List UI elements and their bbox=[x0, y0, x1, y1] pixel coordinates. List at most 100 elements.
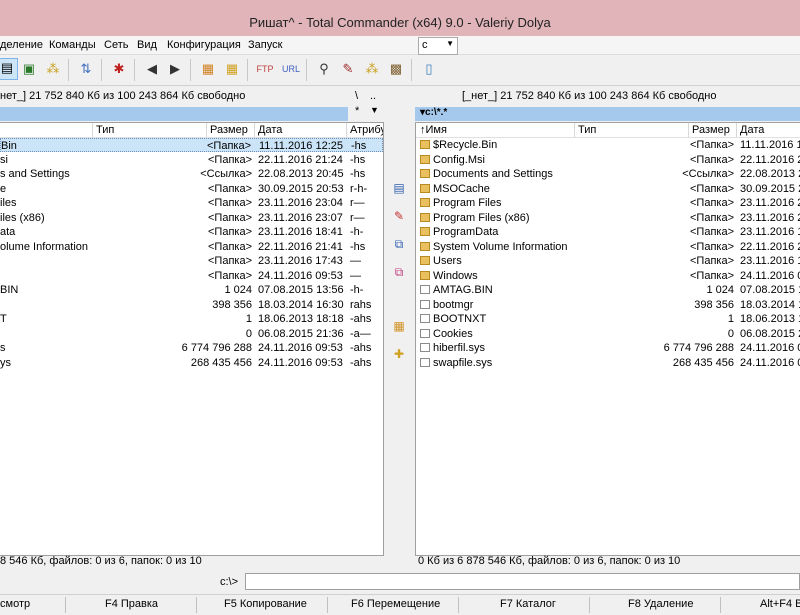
file-row[interactable]: 398 356 18.03.2014 16:30 rahs bbox=[0, 298, 383, 312]
file-attr: -ahs bbox=[350, 356, 372, 369]
left-filter-button[interactable]: * bbox=[355, 105, 359, 117]
function-key-bar: смотр F4 Правка F5 Копирование F6 Переме… bbox=[0, 594, 800, 615]
toolbar: ▤ ▣ ⁂ ⇅ ✱ ◀ ▶ ▦ ▦ FTP URL ⚲ ✎ ⁂ ▩ ▯ bbox=[0, 55, 800, 86]
file-row[interactable]: ys 268 435 456 24.11.2016 09:53 -ahs bbox=[0, 356, 383, 370]
file-row[interactable]: BOOTNXT 1 18.06.2013 1 bbox=[416, 312, 800, 326]
file-date: 23.11.2016 23:07 bbox=[258, 211, 343, 224]
file-date: 23.11.2016 17:43 bbox=[258, 255, 343, 267]
file-row[interactable]: 0 06.08.2015 21:36 -a— bbox=[0, 327, 383, 341]
sort-icon[interactable]: ⇅ bbox=[77, 60, 95, 78]
right-col-date[interactable]: Дата bbox=[740, 124, 764, 136]
file-size: <Папка> bbox=[690, 182, 734, 195]
left-history-button[interactable]: ▼ bbox=[370, 105, 379, 115]
menu-network[interactable]: Сеть bbox=[104, 39, 128, 51]
menu-configuration[interactable]: Конфигурация bbox=[167, 39, 241, 51]
menu-view[interactable]: Вид bbox=[137, 39, 157, 51]
file-size: <Ссылка> bbox=[200, 168, 252, 180]
file-row[interactable]: Documents and Settings <Ссылка> 22.08.2013… bbox=[416, 167, 800, 181]
file-name: s and Settings bbox=[0, 168, 70, 180]
file-row[interactable]: MSOCache <Папка> 30.09.2015 2 bbox=[416, 182, 800, 196]
file-row[interactable]: s 6 774 796 288 24.11.2016 09:53 -ahs bbox=[0, 341, 383, 355]
file-row[interactable]: ata <Папка> 23.11.2016 18:41 -h- bbox=[0, 225, 383, 239]
file-attr: -hs bbox=[350, 240, 366, 253]
file-name: AMTAG.BIN bbox=[420, 284, 493, 296]
file-row[interactable]: olume Information <Папка> 22.11.2016 21:41… bbox=[0, 240, 383, 254]
file-row[interactable]: BIN 1 024 07.08.2015 13:56 -h- bbox=[0, 283, 383, 297]
file-row[interactable]: System Volume Information <Папка> 22.11.20… bbox=[416, 240, 800, 254]
file-row[interactable]: Program Files (x86) <Папка> 23.11.2016 2 bbox=[416, 211, 800, 225]
right-drive-select[interactable]: c ▼ bbox=[418, 37, 458, 55]
file-row[interactable]: T 1 18.06.2013 18:18 -ahs bbox=[0, 312, 383, 326]
thumbnails-icon[interactable]: ▣ bbox=[20, 60, 38, 78]
back-icon[interactable]: ◀ bbox=[143, 60, 161, 78]
sync-icon[interactable]: ⁂ bbox=[363, 60, 381, 78]
edit-icon[interactable]: ✎ bbox=[391, 208, 407, 224]
copy-names-icon[interactable]: ▤ bbox=[391, 180, 407, 196]
file-row[interactable]: iles <Папка> 23.11.2016 23:04 r— bbox=[0, 196, 383, 210]
move-icon[interactable]: ⧉ bbox=[391, 264, 407, 280]
right-drive-info: [_нет_] 21 752 840 Кб из 100 243 864 Кб … bbox=[462, 90, 717, 102]
tree-icon[interactable]: ⁂ bbox=[44, 60, 62, 78]
file-row[interactable]: hiberfil.sys 6 774 796 288 24.11.2016 0 bbox=[416, 341, 800, 355]
file-attr: -h- bbox=[350, 226, 364, 238]
left-drive-bar: нет_] 21 752 840 Кб из 100 243 864 Кб св… bbox=[0, 87, 348, 107]
file-row[interactable]: si <Папка> 22.11.2016 21:24 -hs bbox=[0, 153, 383, 167]
file-row[interactable]: <Папка> 24.11.2016 09:53 — bbox=[0, 269, 383, 283]
right-col-name[interactable]: ↑Имя bbox=[420, 124, 447, 136]
archive-icon[interactable]: ▦ bbox=[391, 318, 407, 334]
right-drive-letter: c bbox=[422, 39, 428, 51]
left-col-size[interactable]: Размер bbox=[210, 124, 248, 136]
file-row[interactable]: Cookies 0 06.08.2015 2 bbox=[416, 327, 800, 341]
search-icon[interactable]: ⚲ bbox=[315, 60, 333, 78]
compare-icon[interactable]: ▩ bbox=[387, 60, 405, 78]
view-mode-icon[interactable]: ▤ bbox=[0, 58, 18, 80]
file-row[interactable]: Program Files <Папка> 23.11.2016 2 bbox=[416, 196, 800, 210]
menu-launch[interactable]: Запуск bbox=[248, 39, 282, 51]
left-root-button[interactable]: \ bbox=[355, 90, 358, 102]
file-row[interactable]: s and Settings <Ссылка> 22.08.2013 20:45 -h… bbox=[0, 167, 383, 181]
notepad-icon[interactable]: ▯ bbox=[420, 60, 438, 78]
forward-icon[interactable]: ▶ bbox=[166, 60, 184, 78]
left-col-type[interactable]: Тип bbox=[96, 124, 114, 136]
file-row[interactable]: <Папка> 23.11.2016 17:43 — bbox=[0, 254, 383, 268]
file-attr: -a— bbox=[350, 327, 371, 340]
file-row[interactable]: $Recycle.Bin <Папка> 11.11.2016 1 bbox=[416, 138, 800, 152]
copy-icon[interactable]: ⧉ bbox=[391, 236, 407, 252]
right-path-bar[interactable]: ▾c:\*.* bbox=[415, 107, 800, 121]
command-input[interactable] bbox=[245, 573, 800, 590]
file-size: <Папка> bbox=[208, 182, 252, 195]
rename-icon[interactable]: ✎ bbox=[339, 60, 357, 78]
file-row[interactable]: iles (x86) <Папка> 23.11.2016 23:07 r— bbox=[0, 211, 383, 225]
left-file-panel[interactable]: Тип Размер Дата Атрибу Bin <Папка> 11.11.2… bbox=[0, 122, 384, 556]
left-path-bar[interactable] bbox=[0, 107, 348, 121]
left-col-date[interactable]: Дата bbox=[258, 124, 282, 136]
invert-selection-icon[interactable]: ✱ bbox=[110, 60, 128, 78]
menu-commands[interactable]: Команды bbox=[49, 39, 96, 51]
menu-selection[interactable]: деление bbox=[0, 39, 43, 51]
file-row[interactable]: Config.Msi <Папка> 22.11.2016 2 bbox=[416, 153, 800, 167]
left-up-button[interactable]: .. bbox=[370, 90, 376, 102]
pack-icon[interactable]: ▦ bbox=[199, 60, 217, 78]
file-row[interactable]: AMTAG.BIN 1 024 07.08.2015 1 bbox=[416, 283, 800, 297]
right-col-type[interactable]: Тип bbox=[578, 124, 596, 136]
title-bar[interactable]: Ришат^ - Total Commander (x64) 9.0 - Val… bbox=[0, 0, 800, 36]
file-row[interactable]: Windows <Папка> 24.11.2016 0 bbox=[416, 269, 800, 283]
file-row[interactable]: bootmgr 398 356 18.03.2014 1 bbox=[416, 298, 800, 312]
file-row[interactable]: ProgramData <Папка> 23.11.2016 1 bbox=[416, 225, 800, 239]
left-col-attr[interactable]: Атрибу bbox=[350, 124, 383, 136]
file-name: MSOCache bbox=[420, 183, 490, 195]
file-attr: -ahs bbox=[350, 313, 372, 325]
file-row[interactable]: e <Папка> 30.09.2015 20:53 r-h- bbox=[0, 182, 383, 196]
right-file-panel[interactable]: ↑Имя Тип Размер Дата $Recycle.Bin <Папка>… bbox=[415, 122, 800, 556]
unpack-icon[interactable]: ▦ bbox=[223, 60, 241, 78]
file-row[interactable]: Bin <Папка> 11.11.2016 12:25 -hs bbox=[0, 138, 383, 152]
file-name: Documents and Settings bbox=[433, 168, 553, 180]
file-row[interactable]: Users <Папка> 23.11.2016 1 bbox=[416, 254, 800, 268]
ftp-icon[interactable]: FTP bbox=[256, 60, 274, 78]
right-col-size[interactable]: Размер bbox=[692, 124, 730, 136]
url-icon[interactable]: URL bbox=[282, 60, 300, 78]
file-row[interactable]: swapfile.sys 268 435 456 24.11.2016 0 bbox=[416, 356, 800, 370]
right-path: ▾c:\*.* bbox=[420, 107, 448, 118]
new-folder-icon[interactable]: ✚ bbox=[391, 346, 407, 362]
file-date: 18.06.2013 18:18 bbox=[258, 313, 344, 325]
